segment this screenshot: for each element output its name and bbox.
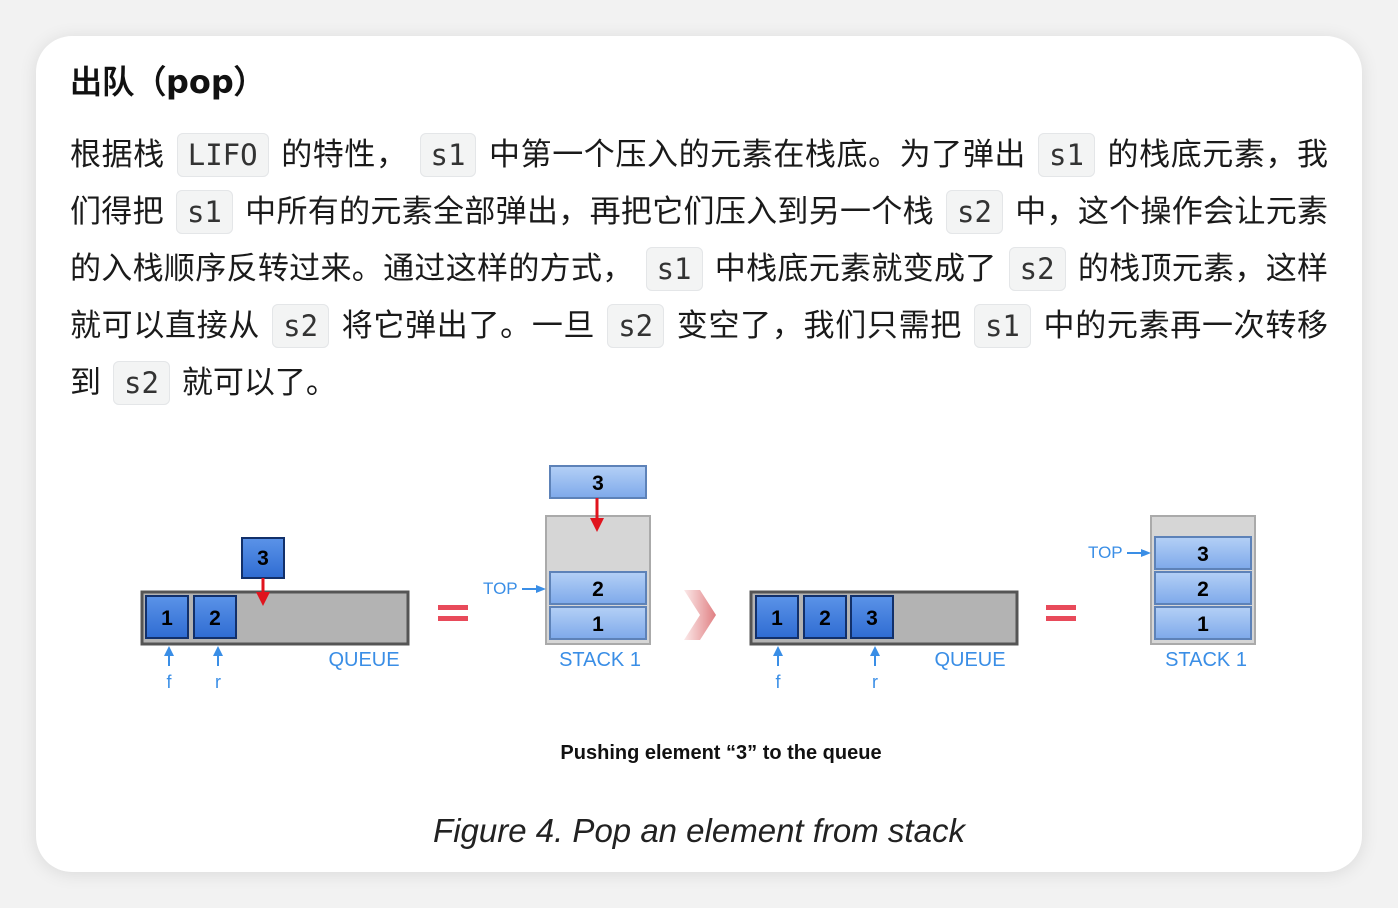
queue-cell-label: 2 xyxy=(209,607,221,630)
front-pointer-label: f xyxy=(775,672,781,692)
stack-cell-label: 3 xyxy=(1197,543,1209,566)
top-label: TOP xyxy=(1088,543,1123,562)
stack-label: STACK 1 xyxy=(559,649,641,671)
front-pointer-arrow xyxy=(773,646,783,656)
queue-cell-label: 1 xyxy=(161,607,173,630)
left-queue: 1 2 3 QUEUE f r xyxy=(140,537,410,692)
top-pointer-arrow xyxy=(536,585,546,593)
rear-pointer-arrow xyxy=(870,646,880,656)
stack-cell-label: 2 xyxy=(1197,578,1209,601)
stack-cell-label: 1 xyxy=(1197,613,1209,636)
right-queue: 1 2 3 QUEUE f r xyxy=(749,590,1019,692)
figure-caption: Figure 4. Pop an element from stack xyxy=(433,812,965,849)
stack-incoming-label: 3 xyxy=(592,472,604,495)
right-stack: 3 2 1 TOP STACK 1 xyxy=(1088,515,1256,671)
queue-stack-diagram: 1 2 3 QUEUE f r 3 2 1 TOP STACK 1 1 2 3 … xyxy=(140,465,1256,692)
front-pointer-label: f xyxy=(166,672,172,692)
queue-cell-label: 1 xyxy=(771,607,783,630)
stack-label: STACK 1 xyxy=(1165,649,1247,671)
rear-pointer-label: r xyxy=(872,672,878,692)
incoming-element-label: 3 xyxy=(257,547,269,570)
stack-cell-label: 1 xyxy=(592,613,604,636)
queue-label: QUEUE xyxy=(934,649,1005,671)
rear-pointer-arrow xyxy=(213,646,223,656)
left-stack: 3 2 1 TOP STACK 1 xyxy=(483,465,651,671)
queue-label: QUEUE xyxy=(328,649,399,671)
stack-cell-label: 2 xyxy=(592,578,604,601)
front-pointer-arrow xyxy=(164,646,174,656)
diagram-subcaption: Pushing element “3” to the queue xyxy=(560,742,882,764)
equals-sign xyxy=(438,605,468,621)
transition-chevron-icon xyxy=(684,590,716,640)
queue-cell-label: 3 xyxy=(866,607,878,630)
queue-cell-label: 2 xyxy=(819,607,831,630)
rear-pointer-label: r xyxy=(215,672,221,692)
top-label: TOP xyxy=(483,579,518,598)
top-pointer-arrow xyxy=(1141,549,1151,557)
equals-sign xyxy=(1046,605,1076,621)
